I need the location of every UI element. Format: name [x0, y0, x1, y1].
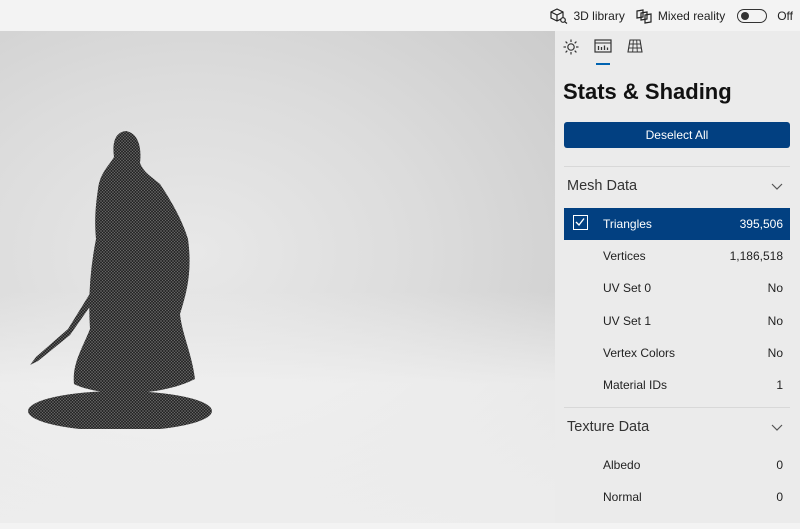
stat-label: UV Set 1	[603, 314, 652, 328]
stats-icon	[594, 39, 612, 53]
stat-label: Triangles	[603, 217, 652, 231]
stat-row-material-ids[interactable]: Material IDs 1	[564, 369, 790, 401]
chevron-down-icon	[771, 183, 783, 190]
grid-icon	[627, 39, 643, 53]
mixed-reality-button[interactable]: Mixed reality	[635, 8, 725, 24]
stat-value: No	[767, 314, 783, 328]
stat-label: UV Set 0	[603, 281, 652, 295]
panel-tabs	[555, 39, 651, 67]
stats-shading-panel: Stats & Shading Deselect All Mesh Data T…	[555, 31, 800, 523]
tab-grid[interactable]	[619, 39, 651, 67]
divider	[564, 166, 790, 167]
stat-row-vertices[interactable]: Vertices 1,186,518	[564, 240, 790, 272]
model-base	[28, 391, 212, 429]
tab-stats[interactable]	[587, 39, 619, 67]
stat-row-vertex-colors[interactable]: Vertex Colors No	[564, 337, 790, 369]
stat-value: 0	[776, 458, 783, 472]
cube-search-icon	[550, 7, 568, 24]
divider	[564, 407, 790, 408]
stat-label: Normal	[603, 490, 642, 504]
stat-row-albedo[interactable]: Albedo 0	[564, 449, 790, 481]
stat-value: No	[767, 346, 783, 360]
deselect-all-button[interactable]: Deselect All	[564, 122, 790, 148]
3d-viewport[interactable]	[0, 31, 555, 523]
3d-library-button[interactable]: 3D library	[550, 7, 625, 24]
toggle-knob	[741, 11, 750, 20]
mixed-reality-icon	[636, 8, 652, 24]
stat-row-uv-set-1[interactable]: UV Set 1 No	[564, 305, 790, 337]
stat-label: Albedo	[603, 458, 641, 472]
checkbox-checked[interactable]	[573, 215, 588, 230]
stat-value: 0	[776, 490, 783, 504]
stat-value: 1	[776, 378, 783, 392]
section-title: Mesh Data	[567, 178, 638, 194]
stat-label: Vertex Colors	[603, 346, 676, 360]
mixed-reality-toggle[interactable]	[737, 8, 768, 23]
checkmark-icon	[575, 218, 585, 227]
stat-label: Material IDs	[603, 378, 668, 392]
model-body	[73, 131, 195, 394]
stat-value: 1,186,518	[729, 249, 783, 263]
panel-title: Stats & Shading	[563, 79, 732, 104]
stat-value: No	[767, 281, 783, 295]
wireframe-model[interactable]	[20, 129, 220, 429]
stat-row-triangles[interactable]: Triangles 395,506	[564, 208, 790, 240]
section-title: Texture Data	[567, 419, 650, 435]
toggle-state-label: Off	[777, 8, 793, 23]
3d-library-label: 3D library	[573, 8, 625, 23]
bottom-strip	[0, 523, 800, 529]
stat-row-uv-set-0[interactable]: UV Set 0 No	[564, 272, 790, 304]
sun-icon	[563, 39, 579, 55]
chevron-down-icon	[771, 424, 783, 431]
top-toolbar: 3D library Mixed reality Off	[0, 0, 800, 31]
stat-label: Vertices	[603, 249, 646, 263]
mixed-reality-label: Mixed reality	[657, 8, 726, 23]
section-header-texture-data[interactable]: Texture Data	[564, 415, 790, 439]
stat-value: 395,506	[739, 217, 783, 231]
section-header-mesh-data[interactable]: Mesh Data	[564, 174, 790, 198]
tab-lighting[interactable]	[555, 39, 587, 67]
stat-row-normal[interactable]: Normal 0	[564, 481, 790, 513]
